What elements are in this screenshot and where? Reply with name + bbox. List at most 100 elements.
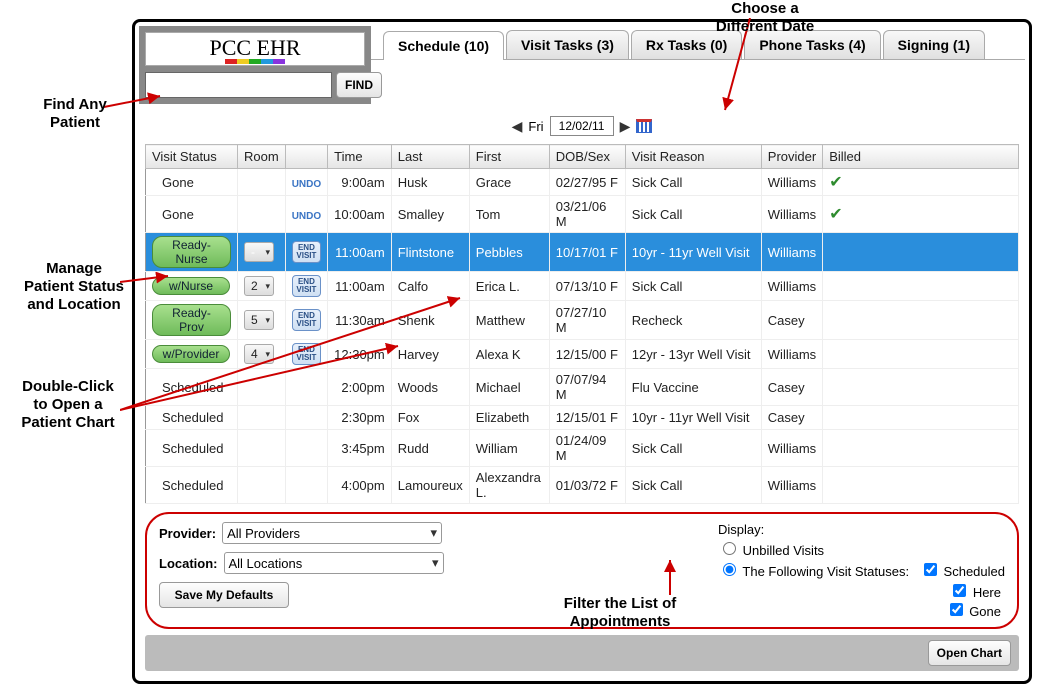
cell-reason: Sick Call <box>625 169 761 196</box>
cell-reason: 10yr - 11yr Well Visit <box>625 233 761 272</box>
column-header[interactable]: Billed <box>823 145 1019 169</box>
column-header[interactable]: Provider <box>761 145 822 169</box>
end-visit-button[interactable]: ENDVISIT <box>292 275 321 297</box>
date-input[interactable] <box>550 116 614 136</box>
table-row[interactable]: Scheduled2:00pmWoodsMichael07/07/94 MFlu… <box>146 369 1019 406</box>
undo-link[interactable]: UNDO <box>292 211 321 222</box>
cell-last: Flintstone <box>391 233 469 272</box>
annotation-filter-list: Filter the List ofAppointments <box>540 595 700 631</box>
chk-here[interactable] <box>953 584 966 597</box>
cell-dob: 12/15/00 F <box>549 340 625 369</box>
cell-last: Harvey <box>391 340 469 369</box>
chk-scheduled[interactable] <box>924 563 937 576</box>
cell-time: 3:45pm <box>328 430 392 467</box>
calendar-icon[interactable] <box>636 119 652 133</box>
cell-reason: 12yr - 13yr Well Visit <box>625 340 761 369</box>
cell-provider: Williams <box>761 233 822 272</box>
table-row[interactable]: Scheduled4:00pmLamoureuxAlexzandra L.01/… <box>146 467 1019 504</box>
table-row[interactable]: w/Provider4ENDVISIT12:30pmHarveyAlexa K1… <box>146 340 1019 369</box>
cell-reason: Sick Call <box>625 196 761 233</box>
room-dropdown[interactable]: 4 <box>244 344 274 364</box>
cell-time: 2:00pm <box>328 369 392 406</box>
billed-check-icon: ✔ <box>829 206 842 223</box>
table-row[interactable]: Scheduled2:30pmFoxElizabeth12/15/01 F10y… <box>146 406 1019 430</box>
column-header[interactable]: Room <box>238 145 286 169</box>
cell-last: Rudd <box>391 430 469 467</box>
cell-last: Fox <box>391 406 469 430</box>
cell-time: 11:00am <box>328 233 392 272</box>
cell-last: Husk <box>391 169 469 196</box>
table-row[interactable]: GoneUNDO10:00amSmalleyTom03/21/06 MSick … <box>146 196 1019 233</box>
column-header[interactable]: Visit Reason <box>625 145 761 169</box>
column-header[interactable]: DOB/Sex <box>549 145 625 169</box>
room-dropdown[interactable]: 2 <box>244 276 274 296</box>
cell-first: Grace <box>469 169 549 196</box>
end-visit-button[interactable]: ENDVISIT <box>292 343 321 365</box>
status-pill[interactable]: Ready-Prov <box>152 304 231 336</box>
cell-first: Erica L. <box>469 272 549 301</box>
table-row[interactable]: GoneUNDO9:00amHuskGrace02/27/95 FSick Ca… <box>146 169 1019 196</box>
cell-reason: Sick Call <box>625 272 761 301</box>
tab[interactable]: Signing (1) <box>883 30 985 59</box>
table-row[interactable]: Scheduled3:45pmRuddWilliam01/24/09 MSick… <box>146 430 1019 467</box>
find-patient-input[interactable] <box>145 72 332 98</box>
cell-dob: 10/17/01 F <box>549 233 625 272</box>
table-row[interactable]: Ready-Nurse-ENDVISIT11:00amFlintstonePeb… <box>146 233 1019 272</box>
provider-dropdown[interactable]: All Providers <box>222 522 442 544</box>
status-pill[interactable]: Ready-Nurse <box>152 236 231 268</box>
column-header[interactable]: Time <box>328 145 392 169</box>
cell-time: 10:00am <box>328 196 392 233</box>
cell-first: Michael <box>469 369 549 406</box>
cell-provider: Williams <box>761 340 822 369</box>
annotation-double-click: Double-Clickto Open aPatient Chart <box>6 378 130 432</box>
room-dropdown[interactable]: - <box>244 242 274 262</box>
cell-reason: Sick Call <box>625 467 761 504</box>
column-header[interactable] <box>285 145 327 169</box>
column-header[interactable]: First <box>469 145 549 169</box>
radio-statuses[interactable] <box>723 563 736 576</box>
next-date-button[interactable]: ▶ <box>620 118 631 135</box>
cell-last: Shenk <box>391 301 469 340</box>
cell-first: Alexzandra L. <box>469 467 549 504</box>
end-visit-button[interactable]: ENDVISIT <box>292 241 321 263</box>
cell-time: 11:00am <box>328 272 392 301</box>
tab[interactable]: Visit Tasks (3) <box>506 30 629 59</box>
annotation-manage-status: ManagePatient Statusand Location <box>14 260 134 314</box>
cell-reason: Flu Vaccine <box>625 369 761 406</box>
chk-gone[interactable] <box>950 603 963 616</box>
provider-label: Provider: <box>159 526 216 541</box>
table-row[interactable]: w/Nurse2ENDVISIT11:00amCalfoErica L.07/1… <box>146 272 1019 301</box>
cell-dob: 12/15/01 F <box>549 406 625 430</box>
room-dropdown[interactable]: 5 <box>244 310 274 330</box>
table-row[interactable]: Ready-Prov5ENDVISIT11:30amShenkMatthew07… <box>146 301 1019 340</box>
cell-time: 12:30pm <box>328 340 392 369</box>
column-header[interactable]: Visit Status <box>146 145 238 169</box>
display-label: Display: <box>718 522 1005 537</box>
prev-date-button[interactable]: ◀ <box>512 118 523 135</box>
date-navigation: ◀ Fri ▶ <box>145 104 1019 144</box>
bottom-bar: Open Chart <box>145 635 1019 671</box>
annotation-find-patient: Find AnyPatient <box>30 96 120 132</box>
radio-unbilled[interactable] <box>723 542 736 555</box>
cell-provider: Casey <box>761 369 822 406</box>
cell-last: Lamoureux <box>391 467 469 504</box>
cell-provider: Williams <box>761 169 822 196</box>
cell-last: Woods <box>391 369 469 406</box>
status-pill[interactable]: w/Provider <box>152 345 230 363</box>
cell-dob: 02/27/95 F <box>549 169 625 196</box>
find-button[interactable]: FIND <box>336 72 382 98</box>
status-pill[interactable]: w/Nurse <box>152 277 230 295</box>
cell-reason: Sick Call <box>625 430 761 467</box>
open-chart-button[interactable]: Open Chart <box>928 640 1011 666</box>
location-dropdown[interactable]: All Locations <box>224 552 444 574</box>
location-label: Location: <box>159 556 218 571</box>
column-header[interactable]: Last <box>391 145 469 169</box>
save-defaults-button[interactable]: Save My Defaults <box>159 582 289 608</box>
undo-link[interactable]: UNDO <box>292 179 321 190</box>
cell-provider: Williams <box>761 272 822 301</box>
tab[interactable]: Schedule (10) <box>383 31 504 60</box>
cell-dob: 01/03/72 F <box>549 467 625 504</box>
cell-first: Matthew <box>469 301 549 340</box>
end-visit-button[interactable]: ENDVISIT <box>292 309 321 331</box>
cell-provider: Casey <box>761 301 822 340</box>
